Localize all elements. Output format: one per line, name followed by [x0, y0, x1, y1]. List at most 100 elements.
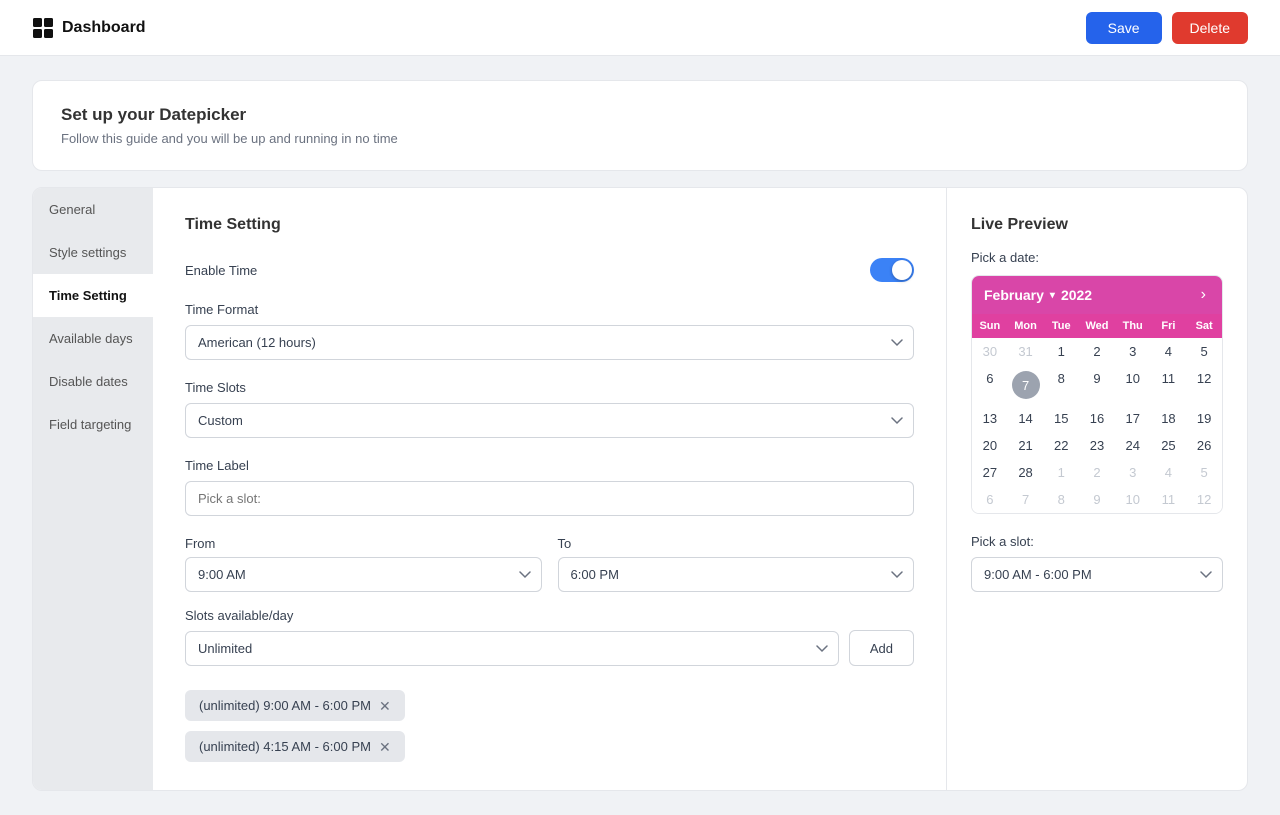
- cal-day[interactable]: 10: [1115, 365, 1151, 405]
- slot-select[interactable]: 9:00 AM - 6:00 PM 4:15 AM - 6:00 PM: [971, 557, 1223, 592]
- pick-date-label: Pick a date:: [971, 250, 1223, 265]
- time-slots-row: Time Slots Custom Auto: [185, 380, 914, 438]
- cal-day[interactable]: 12: [1186, 365, 1222, 405]
- cal-day[interactable]: 14: [1008, 405, 1044, 432]
- sidebar-item-time-setting[interactable]: Time Setting: [33, 274, 153, 317]
- from-label: From: [185, 536, 542, 551]
- chip-0-label: (unlimited) 9:00 AM - 6:00 PM: [199, 698, 371, 713]
- slots-available-row: Slots available/day Unlimited 1 2 3 5 10…: [185, 608, 914, 666]
- cal-day[interactable]: 24: [1115, 432, 1151, 459]
- topnav-brand: Dashboard: [32, 17, 146, 39]
- cal-day[interactable]: 5: [1186, 459, 1222, 486]
- cal-day[interactable]: 17: [1115, 405, 1151, 432]
- cal-day[interactable]: 31: [1008, 338, 1044, 365]
- cal-day[interactable]: 3: [1115, 338, 1151, 365]
- topnav-actions: Save Delete: [1086, 12, 1248, 44]
- slots-per-day-label: Slots available/day: [185, 608, 839, 623]
- to-col: To 6:00 PM 6:30 PM 7:00 PM: [558, 536, 915, 592]
- cal-dow-sat: Sat: [1186, 314, 1222, 338]
- chip-0-close[interactable]: ✕: [379, 699, 391, 713]
- cal-day[interactable]: 30: [972, 338, 1008, 365]
- cal-day[interactable]: 1: [1043, 338, 1079, 365]
- sidebar-item-field-targeting[interactable]: Field targeting: [33, 403, 153, 446]
- cal-dow-sun: Sun: [972, 314, 1008, 338]
- cal-day[interactable]: 9: [1079, 486, 1115, 513]
- save-button[interactable]: Save: [1086, 12, 1162, 44]
- cal-day[interactable]: 4: [1151, 459, 1187, 486]
- cal-days-grid: 30 31 1 2 3 4 5 6 7 8 9 10 11 12: [972, 338, 1222, 513]
- sidebar-item-general[interactable]: General: [33, 188, 153, 231]
- cal-day[interactable]: 27: [972, 459, 1008, 486]
- time-label-input[interactable]: [185, 481, 914, 516]
- chip-1-close[interactable]: ✕: [379, 740, 391, 754]
- cal-day[interactable]: 11: [1151, 365, 1187, 405]
- cal-day[interactable]: 6: [972, 486, 1008, 513]
- sidebar-item-style-settings[interactable]: Style settings: [33, 231, 153, 274]
- cal-day[interactable]: 18: [1151, 405, 1187, 432]
- cal-month-year: February ▾ 2022: [984, 287, 1092, 303]
- cal-day[interactable]: 11: [1151, 486, 1187, 513]
- app-title: Dashboard: [62, 19, 146, 37]
- cal-day[interactable]: 25: [1151, 432, 1187, 459]
- cal-day[interactable]: 8: [1043, 486, 1079, 513]
- to-label: To: [558, 536, 915, 551]
- cal-day[interactable]: 15: [1043, 405, 1079, 432]
- slots-per-day-select[interactable]: Unlimited 1 2 3 5 10: [185, 631, 839, 666]
- cal-day[interactable]: 16: [1079, 405, 1115, 432]
- sidebar-item-disable-dates[interactable]: Disable dates: [33, 360, 153, 403]
- to-select[interactable]: 6:00 PM 6:30 PM 7:00 PM: [558, 557, 915, 592]
- cal-day[interactable]: 12: [1186, 486, 1222, 513]
- live-preview-panel: Live Preview Pick a date: February ▾ 202…: [947, 188, 1247, 790]
- cal-day[interactable]: 22: [1043, 432, 1079, 459]
- cal-month-chevron-icon: ▾: [1050, 290, 1055, 301]
- cal-day[interactable]: 10: [1115, 486, 1151, 513]
- chips-area: (unlimited) 9:00 AM - 6:00 PM ✕ (unlimit…: [185, 690, 914, 762]
- time-format-select[interactable]: American (12 hours) European (24 hours): [185, 325, 914, 360]
- cal-day[interactable]: 13: [972, 405, 1008, 432]
- add-button[interactable]: Add: [849, 630, 914, 666]
- cal-year: 2022: [1061, 287, 1092, 303]
- cal-day[interactable]: 1: [1043, 459, 1079, 486]
- cal-dow-row: Sun Mon Tue Wed Thu Fri Sat: [972, 314, 1222, 338]
- slots-col: Slots available/day Unlimited 1 2 3 5 10: [185, 608, 839, 666]
- cal-day[interactable]: 3: [1115, 459, 1151, 486]
- delete-button[interactable]: Delete: [1172, 12, 1248, 44]
- cal-day[interactable]: 23: [1079, 432, 1115, 459]
- enable-time-toggle[interactable]: [870, 258, 914, 282]
- from-select[interactable]: 9:00 AM 9:30 AM 10:00 AM: [185, 557, 542, 592]
- cal-day[interactable]: 4: [1151, 338, 1187, 365]
- cal-day-selected[interactable]: 7: [1008, 365, 1044, 405]
- chip-1: (unlimited) 4:15 AM - 6:00 PM ✕: [185, 731, 405, 762]
- cal-dow-fri: Fri: [1151, 314, 1187, 338]
- cal-day[interactable]: 9: [1079, 365, 1115, 405]
- cal-day[interactable]: 21: [1008, 432, 1044, 459]
- cal-day[interactable]: 19: [1186, 405, 1222, 432]
- setup-subtitle: Follow this guide and you will be up and…: [61, 131, 1219, 146]
- cal-day[interactable]: 20: [972, 432, 1008, 459]
- enable-time-row: Enable Time: [185, 258, 914, 282]
- setup-heading: Set up your Datepicker: [61, 105, 1219, 125]
- time-format-label: Time Format: [185, 302, 914, 317]
- cal-day[interactable]: 7: [1008, 486, 1044, 513]
- cal-day[interactable]: 8: [1043, 365, 1079, 405]
- cal-day[interactable]: 6: [972, 365, 1008, 405]
- time-label-label: Time Label: [185, 458, 914, 473]
- calendar: February ▾ 2022 › Sun Mon Tue Wed Thu Fr…: [971, 275, 1223, 514]
- cal-next-button[interactable]: ›: [1197, 286, 1210, 304]
- panel-title: Time Setting: [185, 216, 914, 234]
- time-slots-select[interactable]: Custom Auto: [185, 403, 914, 438]
- sidebar-item-available-days[interactable]: Available days: [33, 317, 153, 360]
- cal-day[interactable]: 5: [1186, 338, 1222, 365]
- layout-row: General Style settings Time Setting Avai…: [32, 187, 1248, 791]
- time-setting-panel: Time Setting Enable Time Time Format Ame…: [153, 188, 947, 790]
- cal-day[interactable]: 2: [1079, 338, 1115, 365]
- enable-time-label: Enable Time: [185, 263, 257, 278]
- chip-1-label: (unlimited) 4:15 AM - 6:00 PM: [199, 739, 371, 754]
- chip-0: (unlimited) 9:00 AM - 6:00 PM ✕: [185, 690, 405, 721]
- cal-dow-tue: Tue: [1043, 314, 1079, 338]
- topnav: Dashboard Save Delete: [0, 0, 1280, 56]
- cal-day[interactable]: 28: [1008, 459, 1044, 486]
- setup-card: Set up your Datepicker Follow this guide…: [32, 80, 1248, 171]
- cal-day[interactable]: 2: [1079, 459, 1115, 486]
- cal-day[interactable]: 26: [1186, 432, 1222, 459]
